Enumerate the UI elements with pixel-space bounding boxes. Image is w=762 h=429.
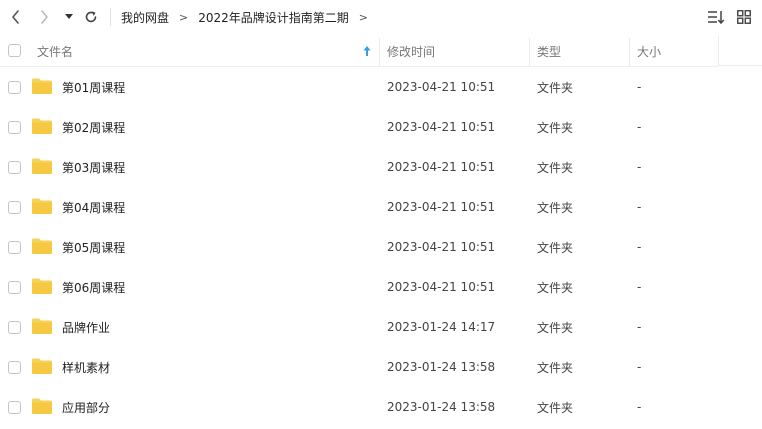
file-name[interactable]: 第03周课程 xyxy=(62,147,125,187)
breadcrumb-current[interactable]: 2022年品牌设计指南第二期 xyxy=(198,9,349,26)
select-all-checkbox[interactable] xyxy=(8,44,21,57)
file-type: 文件夹 xyxy=(537,80,574,95)
modified-time: 2023-04-21 10:51 xyxy=(387,200,496,214)
breadcrumb-root[interactable]: 我的网盘 xyxy=(121,9,169,26)
column-divider[interactable] xyxy=(529,38,530,66)
file-name[interactable]: 第02周课程 xyxy=(62,107,125,147)
row-checkbox[interactable] xyxy=(8,201,21,214)
folder-icon xyxy=(32,358,52,374)
modified-time: 2023-04-21 10:51 xyxy=(387,120,496,134)
history-dropdown[interactable] xyxy=(60,6,78,28)
file-name[interactable]: 品牌作业 xyxy=(62,307,110,347)
file-type: 文件夹 xyxy=(537,280,574,295)
breadcrumb: 我的网盘 > 2022年品牌设计指南第二期 > xyxy=(121,0,378,34)
file-type: 文件夹 xyxy=(537,160,574,175)
file-size: - xyxy=(637,80,642,94)
folder-icon xyxy=(32,398,52,414)
column-header-type-label: 类型 xyxy=(537,44,562,59)
column-header-modified[interactable]: 修改时间 xyxy=(387,36,527,66)
table-row[interactable]: 第02周课程 2023-04-21 10:51 文件夹 - xyxy=(0,107,762,147)
row-checkbox[interactable] xyxy=(8,121,21,134)
row-checkbox[interactable] xyxy=(8,361,21,374)
back-button[interactable] xyxy=(5,6,27,28)
column-divider[interactable] xyxy=(379,38,380,66)
file-name[interactable]: 应用部分 xyxy=(62,387,110,427)
modified-time: 2023-04-21 10:51 xyxy=(387,280,496,294)
file-size: - xyxy=(637,200,642,214)
file-name[interactable]: 第06周课程 xyxy=(62,267,125,307)
column-header-size[interactable]: 大小 xyxy=(637,36,717,66)
row-checkbox[interactable] xyxy=(8,81,21,94)
file-type: 文件夹 xyxy=(537,240,574,255)
table-row[interactable]: 样机素材 2023-01-24 13:58 文件夹 - xyxy=(0,347,762,387)
grid-view-icon xyxy=(737,10,751,24)
refresh-icon xyxy=(85,11,97,23)
refresh-button[interactable] xyxy=(80,6,102,28)
table-row[interactable]: 品牌作业 2023-01-24 14:17 文件夹 - xyxy=(0,307,762,347)
file-size: - xyxy=(637,360,642,374)
table-row[interactable]: 第01周课程 2023-04-21 10:51 文件夹 - xyxy=(0,67,762,107)
folder-icon xyxy=(32,78,52,94)
column-divider[interactable] xyxy=(629,38,630,66)
sort-button[interactable] xyxy=(705,7,727,27)
folder-icon xyxy=(32,238,52,254)
file-name[interactable]: 第01周课程 xyxy=(62,67,125,107)
folder-icon xyxy=(32,318,52,334)
file-size: - xyxy=(637,280,642,294)
table-row[interactable]: 第05周课程 2023-04-21 10:51 文件夹 - xyxy=(0,227,762,267)
forward-button[interactable] xyxy=(33,6,55,28)
folder-icon xyxy=(32,118,52,134)
modified-time: 2023-04-21 10:51 xyxy=(387,80,496,94)
caret-down-icon xyxy=(65,14,73,19)
table-header: 文件名 修改时间 类型 大小 xyxy=(0,36,762,66)
modified-time: 2023-04-21 10:51 xyxy=(387,240,496,254)
folder-icon xyxy=(32,158,52,174)
file-size: - xyxy=(637,320,642,334)
folder-icon xyxy=(32,278,52,294)
column-header-type[interactable]: 类型 xyxy=(537,36,627,66)
file-size: - xyxy=(637,400,642,414)
column-header-size-label: 大小 xyxy=(637,44,662,59)
row-checkbox[interactable] xyxy=(8,241,21,254)
row-checkbox[interactable] xyxy=(8,321,21,334)
column-header-name-label: 文件名 xyxy=(37,44,74,59)
file-type: 文件夹 xyxy=(537,400,574,415)
table-row[interactable]: 应用部分 2023-01-24 13:58 文件夹 - xyxy=(0,387,762,427)
row-checkbox[interactable] xyxy=(8,401,21,414)
view-mode-button[interactable] xyxy=(733,7,755,27)
chevron-left-icon xyxy=(12,10,19,24)
folder-icon xyxy=(32,198,52,214)
table-row[interactable]: 第04周课程 2023-04-21 10:51 文件夹 - xyxy=(0,187,762,227)
sort-list-icon xyxy=(708,11,725,24)
breadcrumb-separator: > xyxy=(179,10,189,24)
row-checkbox[interactable] xyxy=(8,281,21,294)
chevron-right-icon xyxy=(41,10,48,24)
file-type: 文件夹 xyxy=(537,120,574,135)
column-header-modified-label: 修改时间 xyxy=(387,44,436,59)
file-type: 文件夹 xyxy=(537,200,574,215)
toolbar-divider xyxy=(110,8,111,26)
modified-time: 2023-01-24 13:58 xyxy=(387,400,496,414)
file-size: - xyxy=(637,120,642,134)
sort-ascending-icon[interactable] xyxy=(361,45,373,57)
file-size: - xyxy=(637,160,642,174)
file-name[interactable]: 第05周课程 xyxy=(62,227,125,267)
column-header-name[interactable]: 文件名 xyxy=(37,36,377,66)
file-type: 文件夹 xyxy=(537,360,574,375)
file-name[interactable]: 样机素材 xyxy=(62,347,110,387)
file-type: 文件夹 xyxy=(537,320,574,335)
header-filler xyxy=(718,36,762,66)
modified-time: 2023-01-24 13:58 xyxy=(387,360,496,374)
modified-time: 2023-04-21 10:51 xyxy=(387,160,496,174)
modified-time: 2023-01-24 14:17 xyxy=(387,320,496,334)
toolbar: 我的网盘 > 2022年品牌设计指南第二期 > xyxy=(0,0,762,34)
file-name[interactable]: 第04周课程 xyxy=(62,187,125,227)
file-size: - xyxy=(637,240,642,254)
row-checkbox[interactable] xyxy=(8,161,21,174)
table-row[interactable]: 第06周课程 2023-04-21 10:51 文件夹 - xyxy=(0,267,762,307)
table-row[interactable]: 第03周课程 2023-04-21 10:51 文件夹 - xyxy=(0,147,762,187)
breadcrumb-separator[interactable]: > xyxy=(359,11,368,24)
